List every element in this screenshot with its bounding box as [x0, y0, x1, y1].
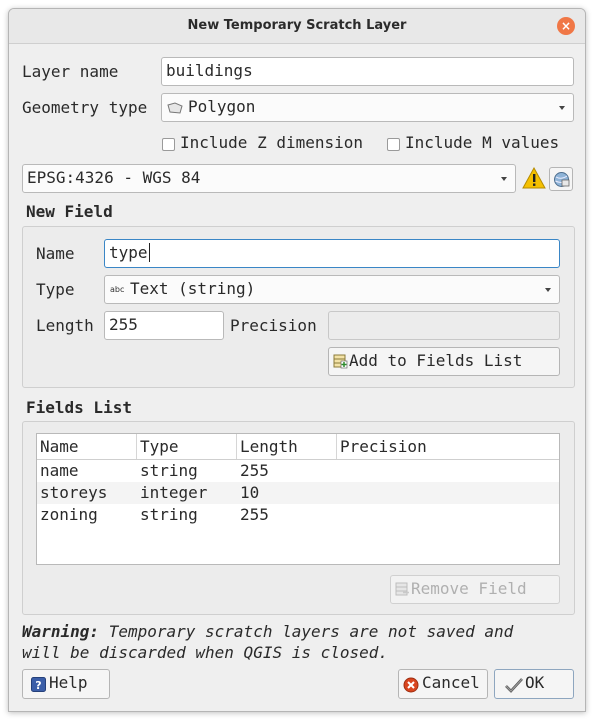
cell-length: 255 — [240, 505, 269, 524]
include-m-checkbox[interactable] — [387, 138, 400, 151]
checkmark-icon — [505, 678, 523, 693]
table-row[interactable]: name string 255 — [37, 460, 559, 482]
cell-length: 10 — [240, 483, 260, 502]
geometry-type-label: Geometry type — [22, 98, 148, 117]
layer-name-input[interactable]: buildings — [161, 57, 574, 86]
include-z-label[interactable]: Include Z dimension — [180, 133, 363, 152]
chevron-down-icon — [559, 106, 565, 110]
globe-icon — [554, 172, 570, 187]
new-field-title: New Field — [26, 202, 113, 221]
field-name-value: type — [109, 243, 148, 262]
fields-table[interactable]: Name Type Length Precision name string 2… — [36, 433, 560, 565]
warning-line-1: Temporary scratch layers are not saved a… — [99, 622, 514, 641]
remove-field-label: Remove Field — [411, 579, 527, 598]
cell-name: storeys — [40, 483, 108, 502]
cell-type: string — [140, 461, 198, 480]
cell-length: 255 — [240, 461, 269, 480]
crs-value: EPSG:4326 - WGS 84 — [27, 168, 201, 187]
field-name-input[interactable]: type — [104, 239, 560, 268]
field-type-select[interactable]: abc Text (string) — [104, 275, 560, 304]
svg-text:?: ? — [35, 679, 41, 692]
cancel-button[interactable]: Cancel — [398, 669, 488, 699]
fields-list-title: Fields List — [26, 398, 132, 417]
column-header-precision[interactable]: Precision — [337, 434, 559, 459]
dialog-window: New Temporary Scratch Layer × Layer name… — [8, 8, 586, 712]
field-precision-input[interactable] — [328, 311, 560, 340]
crs-select[interactable]: EPSG:4326 - WGS 84 — [22, 164, 516, 193]
table-row[interactable]: storeys integer 10 — [37, 482, 559, 504]
cell-type: integer — [140, 483, 208, 502]
field-length-label: Length — [36, 316, 94, 335]
help-icon: ? — [31, 677, 46, 692]
polygon-icon — [167, 102, 183, 114]
remove-field-icon — [395, 582, 409, 596]
new-field-group: Name type Type abc Text (string) Length … — [22, 226, 575, 388]
cell-name: name — [40, 461, 79, 480]
cancel-label: Cancel — [422, 673, 480, 692]
title-bar[interactable]: New Temporary Scratch Layer × — [9, 9, 585, 44]
layer-name-label: Layer name — [22, 62, 119, 81]
table-header: Name Type Length Precision — [37, 434, 559, 460]
geometry-type-select[interactable]: Polygon — [161, 93, 574, 122]
remove-field-button[interactable]: Remove Field — [390, 575, 560, 604]
field-name-label: Name — [36, 244, 75, 263]
window-title: New Temporary Scratch Layer — [187, 18, 407, 33]
table-row[interactable]: zoning string 255 — [37, 504, 559, 526]
cell-type: string — [140, 505, 198, 524]
close-button[interactable]: × — [557, 17, 575, 35]
ok-button[interactable]: OK — [494, 669, 574, 699]
cancel-icon — [403, 677, 419, 693]
add-field-icon — [333, 354, 348, 369]
ok-label: OK — [525, 673, 545, 692]
field-precision-label: Precision — [230, 316, 317, 335]
crs-selector-button[interactable] — [549, 167, 573, 191]
warning-bold-label: Warning: — [22, 622, 100, 641]
add-to-fields-list-button[interactable]: Add to Fields List — [328, 347, 560, 376]
text-caret — [148, 243, 150, 262]
warning-message: Warning: Temporary scratch layers are no… — [22, 621, 513, 663]
cell-name: zoning — [40, 505, 98, 524]
column-header-type[interactable]: Type — [137, 434, 237, 459]
warning-icon — [522, 167, 546, 189]
close-icon: × — [560, 19, 572, 33]
field-type-value: Text (string) — [130, 279, 256, 298]
text-type-icon: abc — [110, 285, 125, 294]
field-type-label: Type — [36, 280, 75, 299]
geometry-type-value: Polygon — [188, 97, 256, 116]
column-header-name[interactable]: Name — [37, 434, 137, 459]
chevron-down-icon — [501, 177, 507, 181]
column-header-length[interactable]: Length — [237, 434, 337, 459]
help-button[interactable]: ? Help — [22, 669, 110, 699]
include-z-checkbox[interactable] — [162, 138, 175, 151]
warning-line-2: will be discarded when QGIS is closed. — [22, 643, 389, 662]
include-m-label[interactable]: Include M values — [405, 133, 559, 152]
add-to-fields-list-label: Add to Fields List — [349, 351, 523, 370]
help-label: Help — [49, 673, 88, 692]
field-length-input[interactable]: 255 — [104, 311, 224, 340]
fields-list-group: Name Type Length Precision name string 2… — [22, 421, 575, 615]
chevron-down-icon — [545, 288, 551, 292]
